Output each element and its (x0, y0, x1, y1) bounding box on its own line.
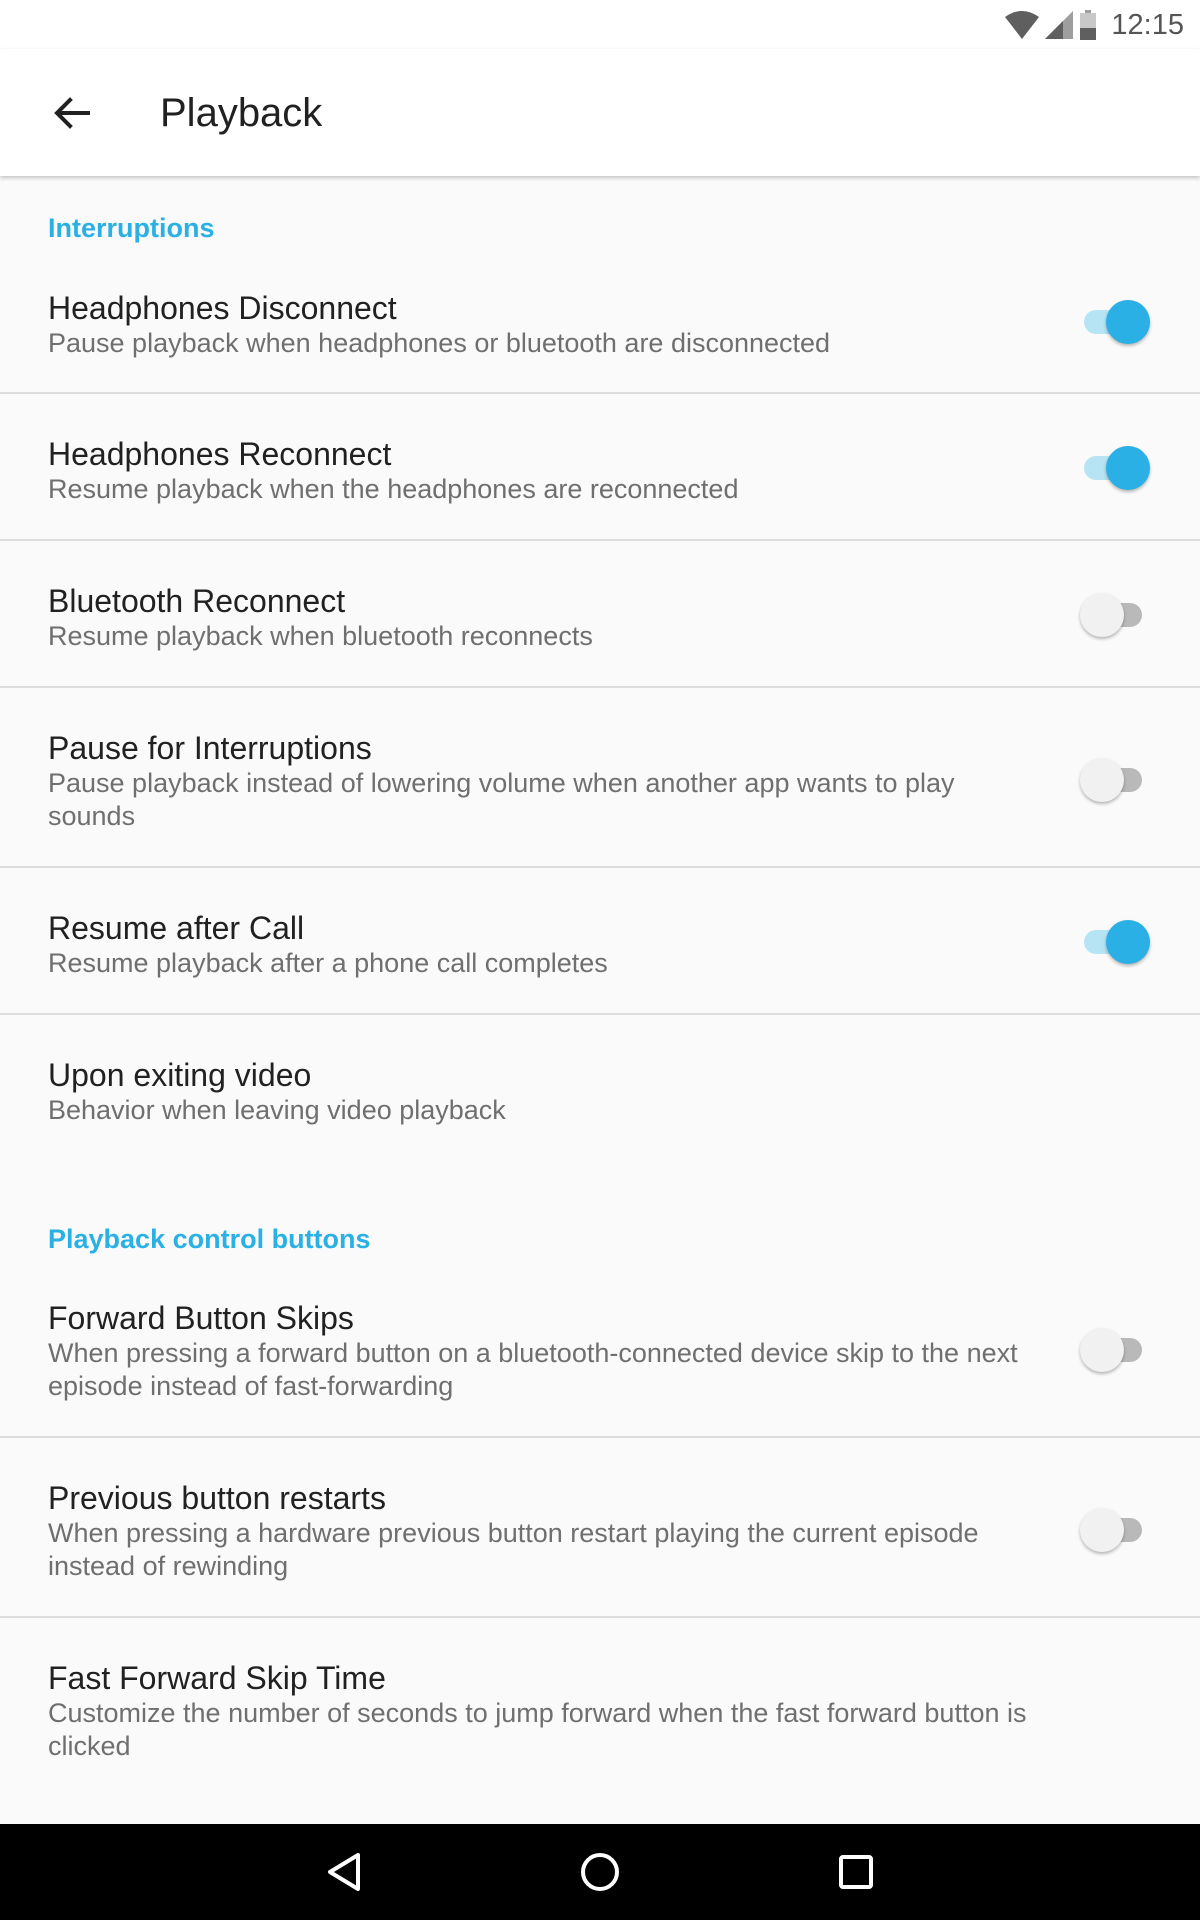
setting-subtitle: When pressing a forward button on a blue… (48, 1338, 1018, 1401)
toggle-resume-after-call[interactable] (1080, 920, 1150, 964)
setting-resume-after-call[interactable]: Resume after Call Resume playback after … (0, 868, 1200, 1015)
nav-home-icon (581, 1853, 619, 1891)
nav-back-button[interactable] (314, 1844, 374, 1900)
setting-subtitle: Pause playback when headphones or blueto… (48, 328, 831, 358)
switch-thumb (1080, 758, 1124, 802)
setting-title: Headphones Reconnect (48, 436, 392, 472)
toggle-headphones-reconnect[interactable] (1080, 446, 1150, 490)
toggle-headphones-disconnect[interactable] (1080, 300, 1150, 344)
switch-thumb (1080, 1328, 1124, 1372)
setting-title: Pause for Interruptions (48, 730, 372, 766)
setting-title: Upon exiting video (48, 1057, 312, 1093)
app-bar: Playback (0, 49, 1200, 176)
toggle-pause-for-interruptions[interactable] (1080, 758, 1148, 802)
setting-headphones-reconnect[interactable]: Headphones Reconnect Resume playback whe… (0, 394, 1200, 541)
toggle-bluetooth-reconnect[interactable] (1080, 593, 1148, 637)
setting-title: Fast Forward Skip Time (48, 1660, 386, 1696)
toggle-forward-button-skips[interactable] (1080, 1328, 1148, 1372)
setting-fast-forward-skip-time[interactable]: Fast Forward Skip Time Customize the num… (0, 1618, 1200, 1824)
switch-thumb (1106, 300, 1150, 344)
section-header-playback-controls: Playback control buttons (48, 1224, 371, 1254)
setting-subtitle: Resume playback after a phone call compl… (48, 948, 608, 978)
setting-title: Headphones Disconnect (48, 290, 397, 326)
page-title: Playback (160, 91, 323, 135)
switch-thumb (1080, 593, 1124, 637)
battery-icon (1080, 10, 1097, 40)
setting-title: Previous button restarts (48, 1480, 386, 1516)
setting-bluetooth-reconnect[interactable]: Bluetooth Reconnect Resume playback when… (0, 541, 1200, 688)
setting-subtitle: Pause playback instead of lowering volum… (48, 768, 955, 831)
setting-subtitle: Resume playback when bluetooth reconnect… (48, 621, 593, 651)
status-bar: 12:15 (0, 0, 1200, 49)
wifi-icon (1005, 11, 1040, 39)
toggle-previous-button-restarts[interactable] (1080, 1508, 1148, 1552)
back-button[interactable] (32, 81, 112, 145)
setting-title: Bluetooth Reconnect (48, 583, 346, 619)
setting-title: Forward Button Skips (48, 1300, 354, 1336)
switch-thumb (1106, 920, 1150, 964)
setting-subtitle: Customize the number of seconds to jump … (48, 1698, 1027, 1761)
setting-upon-exiting-video[interactable]: Upon exiting video Behavior when leaving… (0, 1015, 1200, 1161)
arrow-back-icon (54, 97, 90, 129)
nav-recents-icon (839, 1855, 873, 1889)
settings-list: Interruptions Headphones Disconnect Paus… (0, 176, 1200, 1824)
setting-pause-for-interruptions[interactable]: Pause for Interruptions Pause playback i… (0, 688, 1200, 868)
status-time: 12:15 (1111, 8, 1184, 41)
status-icons: 12:15 (1005, 8, 1184, 42)
setting-headphones-disconnect[interactable]: Headphones Disconnect Pause playback whe… (0, 248, 1200, 394)
nav-back-icon (328, 1853, 360, 1891)
setting-subtitle: Behavior when leaving video playback (48, 1095, 506, 1125)
switch-thumb (1106, 446, 1150, 490)
setting-subtitle: Resume playback when the headphones are … (48, 474, 739, 504)
setting-previous-button-restarts[interactable]: Previous button restarts When pressing a… (0, 1438, 1200, 1618)
navigation-bar (0, 1824, 1200, 1920)
setting-title: Resume after Call (48, 910, 305, 946)
setting-forward-button-skips[interactable]: Forward Button Skips When pressing a for… (0, 1258, 1200, 1438)
cell-signal-icon (1045, 11, 1074, 39)
nav-recents-button[interactable] (826, 1844, 886, 1900)
switch-thumb (1080, 1508, 1124, 1552)
nav-home-button[interactable] (570, 1844, 630, 1900)
setting-subtitle: When pressing a hardware previous button… (48, 1518, 979, 1581)
section-header-interruptions: Interruptions (48, 213, 215, 243)
